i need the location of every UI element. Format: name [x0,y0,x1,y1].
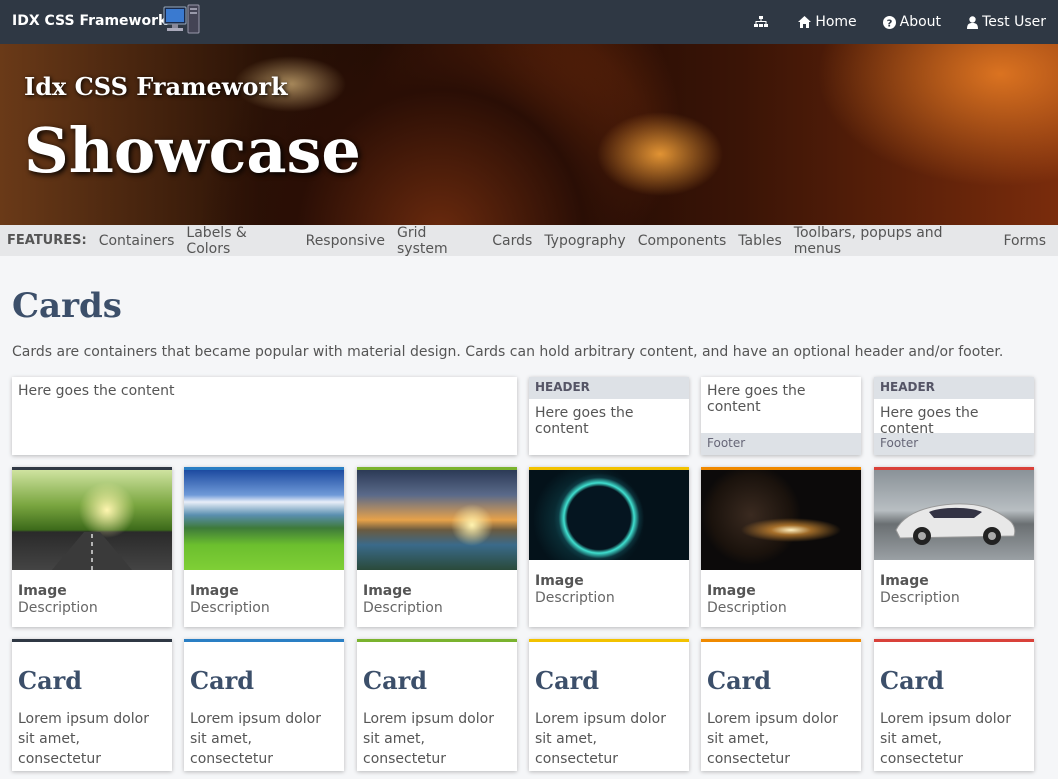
nav-user[interactable]: Test User [967,14,1046,30]
intro-text: Cards are containers that became popular… [12,344,1004,360]
card-header: HEADER [529,377,689,399]
header-card: HEADER Here goes the content [529,377,689,455]
sitemap-icon [754,16,769,27]
text-card-title: Card [363,666,428,695]
user-icon [967,15,979,29]
feature-link-cards[interactable]: Cards [492,233,532,249]
image-card-description: Description [18,600,98,616]
image-card-description: Description [535,590,615,606]
card-content: Here goes the content [707,383,806,415]
content-card: Here goes the content [12,377,517,455]
text-card-body: Lorem ipsum dolor sit amet, consectetur … [880,711,1011,767]
header-footer-card: HEADER Here goes the content Footer [874,377,1034,455]
image-card: Image Description [701,467,861,627]
image-card: Image Description [357,467,517,627]
road-lines [52,532,132,570]
text-card: Card Lorem ipsum dolor sit amet, consect… [357,639,517,771]
planet-space-photo [529,470,689,560]
hero-banner: Idx CSS Framework Showcase [0,44,1058,225]
card-footer: Footer [701,433,861,455]
text-card-body: Lorem ipsum dolor sit amet, consectetur … [363,711,494,767]
card-footer: Footer [874,433,1034,455]
image-card: Image Description [12,467,172,627]
nav-home-label: Home [815,14,857,30]
car-shape [895,503,1016,545]
sunset-coast-photo [357,470,517,570]
sports-car-photo [874,470,1034,560]
feature-link-labels-colors[interactable]: Labels & Colors [186,225,293,257]
feature-link-responsive[interactable]: Responsive [306,233,385,249]
text-card-body: Lorem ipsum dolor sit amet, consectetur … [18,711,149,767]
image-card: Image Description [529,467,689,627]
nav-about-label: About [899,14,942,30]
image-card-title: Image [190,583,239,599]
image-card-description: Description [363,600,443,616]
image-card: Image Description [184,467,344,627]
feature-link-typography[interactable]: Typography [544,233,625,249]
feature-link-tables[interactable]: Tables [738,233,782,249]
text-card-title: Card [18,666,83,695]
nav-about[interactable]: ? About [882,14,942,30]
planet-flare-photo [701,470,861,570]
mountain-lake-photo [184,470,344,570]
card-content: Here goes the content [535,405,634,437]
image-card-description: Description [190,600,270,616]
text-card: Card Lorem ipsum dolor sit amet, consect… [184,639,344,771]
nav-home[interactable]: Home [798,14,857,30]
main-nav: Home ? About Test User [728,0,1046,44]
text-card: Card Lorem ipsum dolor sit amet, consect… [12,639,172,771]
nav-sitemap[interactable] [754,16,772,28]
text-card-title: Card [190,666,255,695]
feature-link-toolbars[interactable]: Toolbars, popups and menus [794,225,992,257]
image-card: Image Description [874,467,1034,627]
feature-link-grid-system[interactable]: Grid system [397,225,480,257]
card-content: Here goes the content [18,383,175,399]
footer-card: Here goes the content Footer [701,377,861,455]
card-header: HEADER [874,377,1034,399]
text-card-body: Lorem ipsum dolor sit amet, consectetur … [190,711,321,767]
svg-text:?: ? [886,18,892,29]
computer-logo-icon [163,4,200,34]
features-label: FEATURES: [7,233,87,248]
image-card-title: Image [535,573,584,589]
image-card-title: Image [707,583,756,599]
image-card-description: Description [880,590,960,606]
image-card-title: Image [18,583,67,599]
text-card-title: Card [707,666,772,695]
text-card-title: Card [880,666,945,695]
text-card-body: Lorem ipsum dolor sit amet, consectetur … [535,711,666,767]
page-title: Cards [12,286,122,326]
feature-link-containers[interactable]: Containers [99,233,175,249]
text-card: Card Lorem ipsum dolor sit amet, consect… [529,639,689,771]
hero-subtitle: Idx CSS Framework [24,72,288,101]
image-card-title: Image [880,573,929,589]
text-card: Card Lorem ipsum dolor sit amet, consect… [874,639,1034,771]
home-icon [798,16,812,28]
image-card-description: Description [707,600,787,616]
text-card-title: Card [535,666,600,695]
hero-title: Showcase [24,114,361,187]
features-bar: FEATURES: Containers Labels & Colors Res… [0,225,1058,257]
feature-link-forms[interactable]: Forms [1003,233,1046,249]
road-photo [12,470,172,570]
text-card: Card Lorem ipsum dolor sit amet, consect… [701,639,861,771]
help-icon: ? [882,15,896,29]
image-card-title: Image [363,583,412,599]
nav-user-label: Test User [982,14,1046,30]
brand-name[interactable]: IDX CSS Framework [12,13,167,29]
text-card-body: Lorem ipsum dolor sit amet, consectetur … [707,711,838,767]
top-navbar: IDX CSS Framework Home ? About Test User [0,0,1058,44]
feature-link-components[interactable]: Components [638,233,727,249]
